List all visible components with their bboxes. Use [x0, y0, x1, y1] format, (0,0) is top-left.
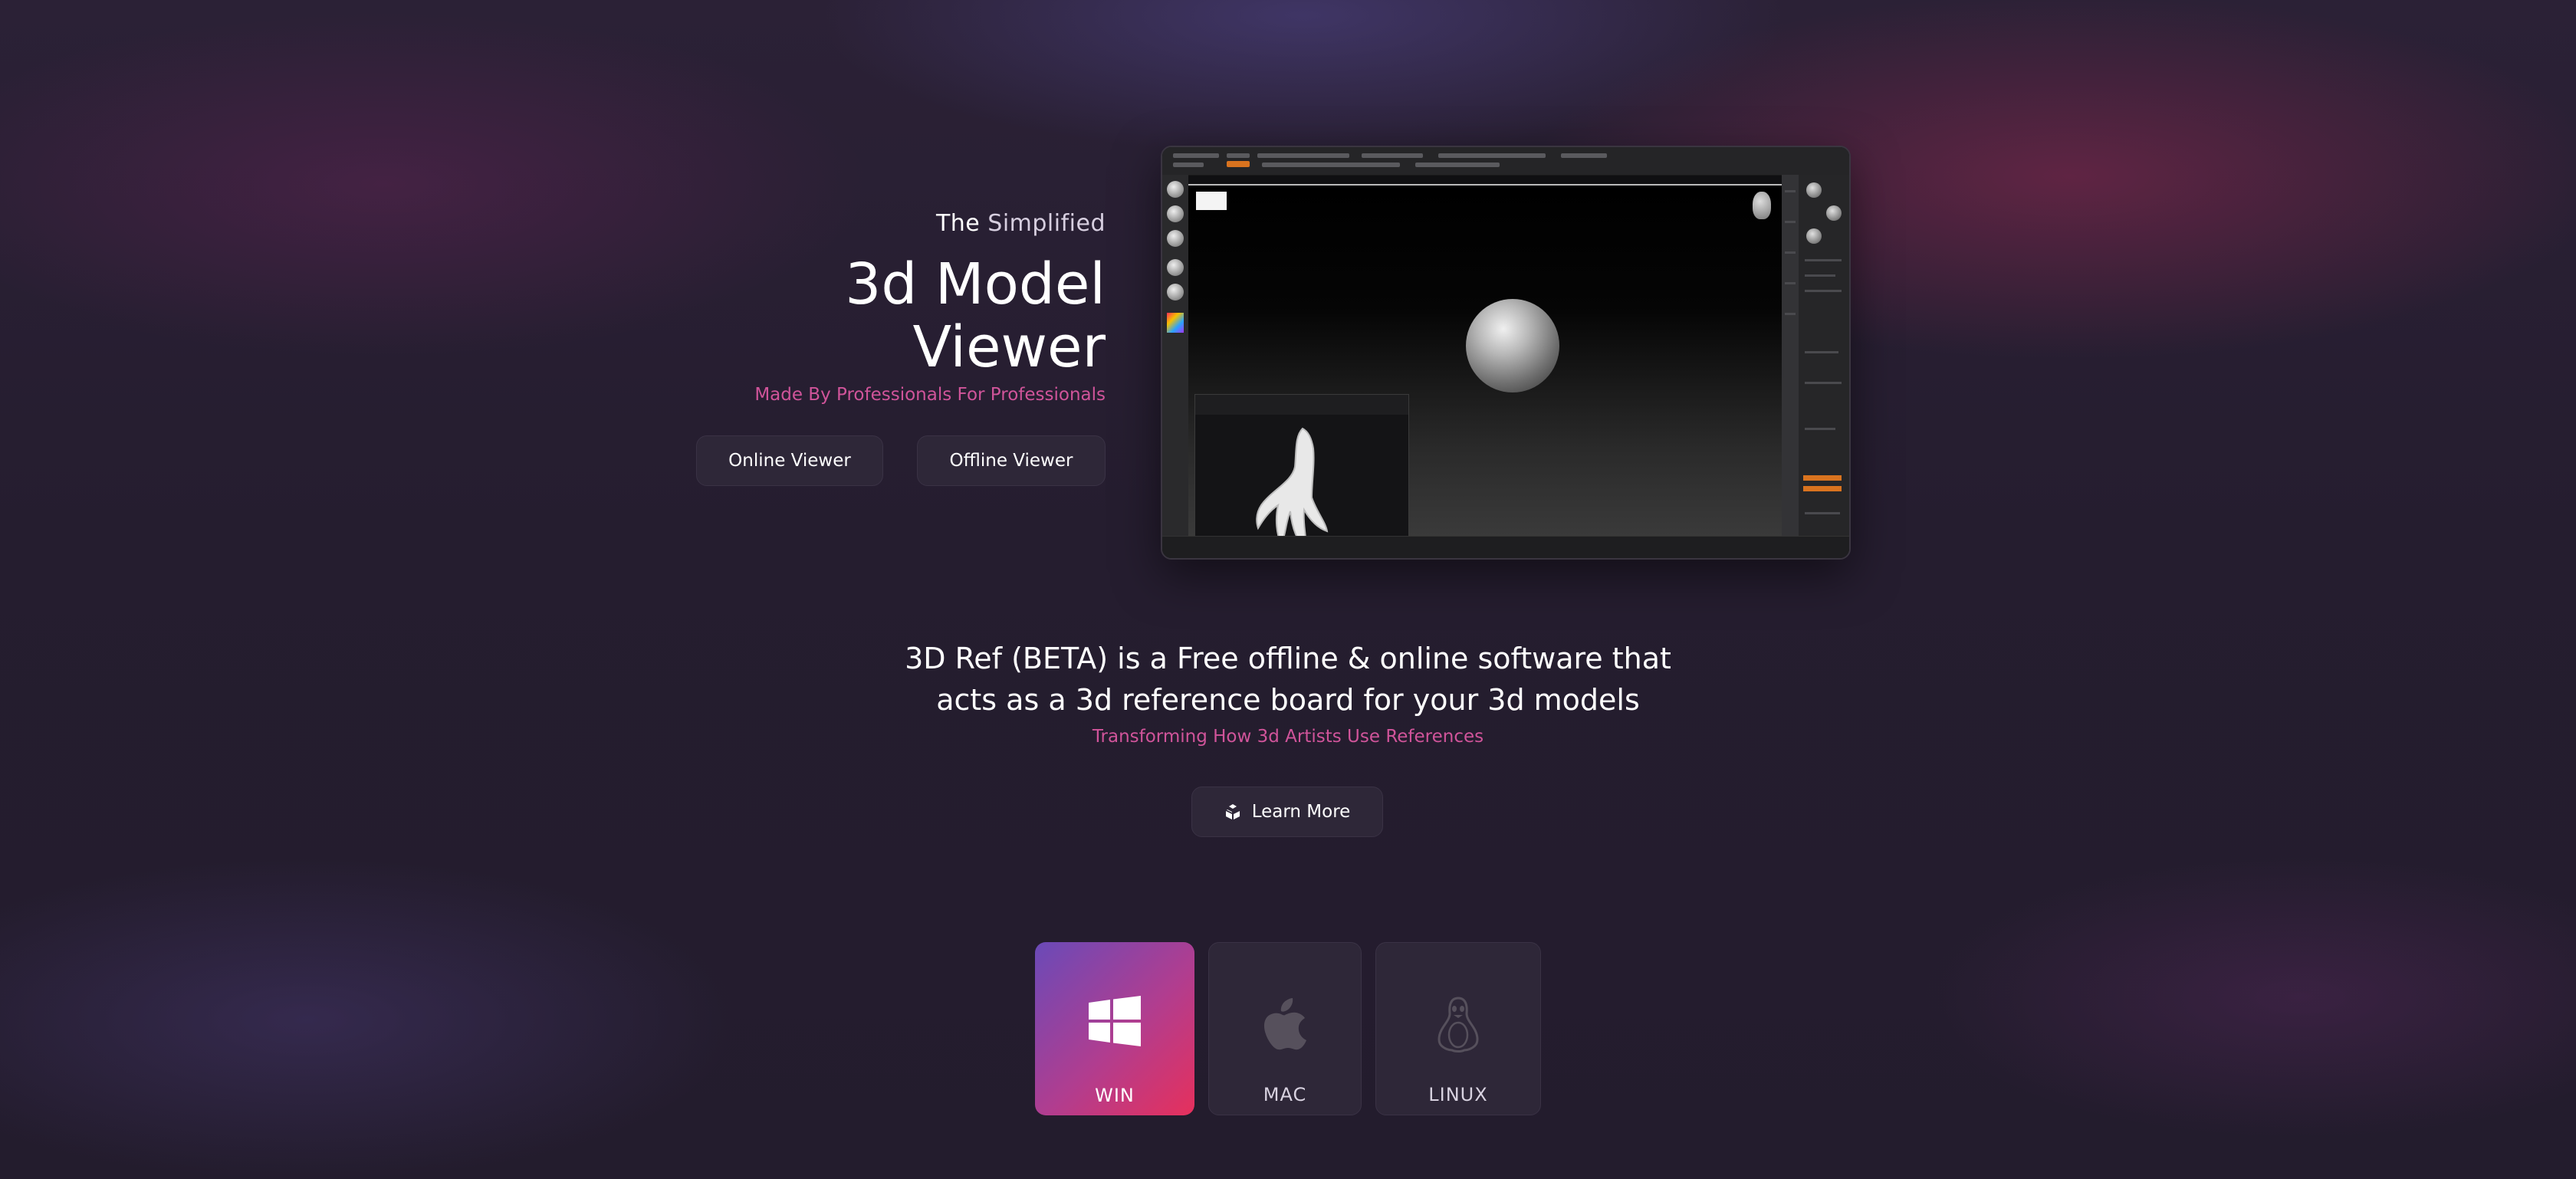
- description-lead: 3D Ref (BETA) is a Free offline & online…: [905, 642, 1671, 717]
- screenshot-left-toolbar: [1162, 175, 1188, 537]
- platform-selector: WIN MAC LINUX: [1035, 942, 1541, 1115]
- apple-icon: [1263, 998, 1306, 1050]
- hero-tagline: Made By Professionals For Professionals: [754, 385, 1106, 405]
- platform-label-linux: LINUX: [1428, 1084, 1488, 1105]
- hero-buttons: Online Viewer Offline Viewer: [696, 435, 1106, 486]
- platform-card-win[interactable]: WIN: [1035, 942, 1194, 1115]
- kicker-simplified: Simplified: [987, 210, 1106, 237]
- screenshot-side-strip: [1782, 175, 1799, 537]
- windows-icon: [1089, 996, 1141, 1046]
- box-package-icon: [1225, 804, 1240, 819]
- hero-title-line1: 3d Model: [845, 251, 1106, 317]
- learn-more-button[interactable]: Learn More: [1191, 787, 1383, 837]
- description-subtitle: Transforming How 3d Artists Use Referenc…: [1092, 727, 1484, 747]
- learn-more-label: Learn More: [1251, 802, 1351, 822]
- platform-card-linux[interactable]: LINUX: [1375, 942, 1541, 1115]
- screenshot-viewport: [1188, 184, 1782, 558]
- hero-title: 3d Model Viewer: [690, 253, 1106, 379]
- description-section: 3D Ref (BETA) is a Free offline & online…: [828, 638, 1748, 748]
- hero-text-block: The Simplified 3d Model Viewer Made By P…: [690, 209, 1106, 406]
- platform-label-mac: MAC: [1263, 1084, 1307, 1105]
- platform-label-win: WIN: [1095, 1085, 1135, 1106]
- reference-panel: [1194, 394, 1409, 558]
- hero-title-line2: Viewer: [912, 314, 1106, 380]
- viewport-tab: [1196, 192, 1227, 210]
- app-screenshot: [1161, 146, 1851, 560]
- sphere-model: [1466, 299, 1559, 392]
- offline-viewer-button[interactable]: Offline Viewer: [917, 435, 1106, 486]
- platform-card-mac[interactable]: MAC: [1208, 942, 1362, 1115]
- screenshot-taskbar: [1162, 536, 1849, 558]
- head-thumbnail-icon: [1753, 192, 1771, 219]
- linux-tux-icon: [1438, 997, 1479, 1053]
- online-viewer-button[interactable]: Online Viewer: [696, 435, 883, 486]
- screenshot-right-panel: [1799, 175, 1849, 537]
- hero-kicker: The Simplified: [690, 209, 1106, 239]
- kicker-the: The: [935, 210, 981, 237]
- screenshot-toolbar: [1162, 147, 1849, 176]
